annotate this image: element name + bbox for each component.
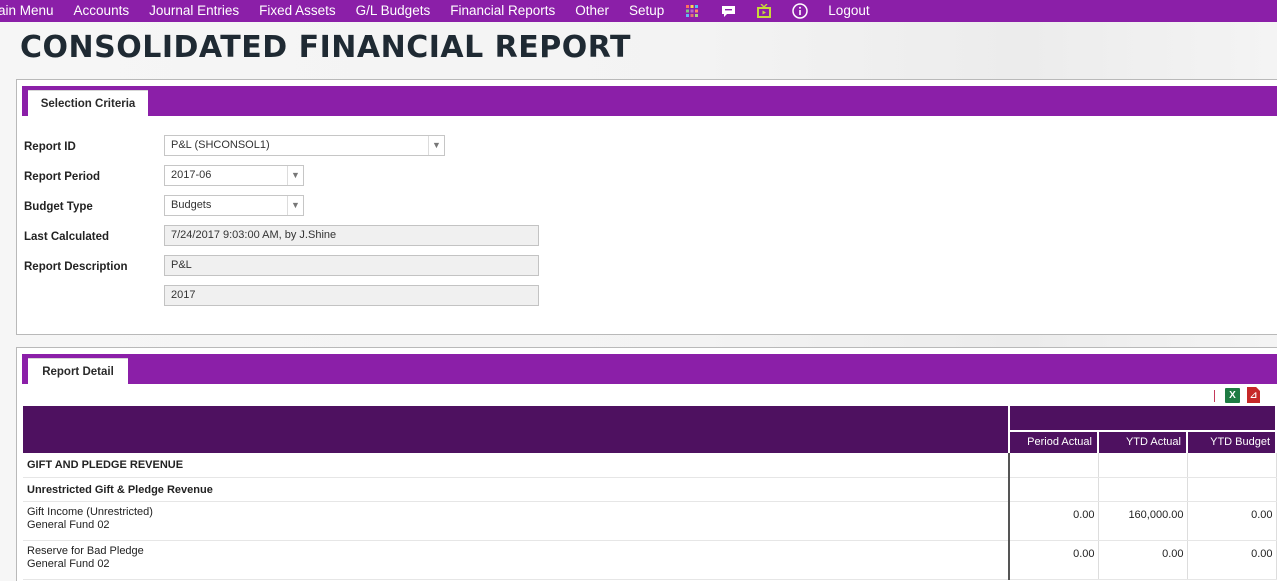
row-description: Unrestricted Gift & Pledge Revenue bbox=[23, 477, 1010, 502]
report-id-select[interactable]: P&L (SHCONSOL1) ▼ bbox=[164, 135, 445, 156]
selection-criteria-panel: Selection Criteria Report ID P&L (SHCONS… bbox=[16, 79, 1277, 335]
nav-logout[interactable]: Logout bbox=[828, 0, 869, 22]
chat-icon[interactable] bbox=[721, 5, 736, 18]
budget-type-select[interactable]: Budgets ▼ bbox=[164, 195, 304, 216]
nav-fixed-assets[interactable]: Fixed Assets bbox=[259, 0, 336, 22]
nav-other[interactable]: Other bbox=[575, 0, 609, 22]
page-title: CONSOLIDATED FINANCIAL REPORT bbox=[20, 30, 631, 65]
pdf-icon[interactable]: ⊿ bbox=[1247, 387, 1260, 403]
chevron-down-icon[interactable]: ▼ bbox=[287, 196, 303, 215]
row-description: Reserve for Bad Pledge General Fund 02 bbox=[23, 540, 1010, 580]
info-icon[interactable] bbox=[792, 3, 809, 19]
nav-accounts[interactable]: Accounts bbox=[74, 0, 130, 22]
table-row[interactable]: Reserve for Bad Pledge General Fund 02 0… bbox=[23, 540, 1277, 580]
row-description: GIFT AND PLEDGE REVENUE bbox=[23, 453, 1010, 478]
report-id-value: P&L (SHCONSOL1) bbox=[171, 139, 270, 151]
nav-journal-entries[interactable]: Journal Entries bbox=[149, 0, 239, 22]
report-detail-panel: Report Detail X ⊿ Period Actual YTD Actu… bbox=[16, 347, 1277, 581]
table-row: GIFT AND PLEDGE REVENUE bbox=[23, 453, 1277, 478]
nav-financial-reports[interactable]: Financial Reports bbox=[450, 0, 555, 22]
criteria-tab-bar: Selection Criteria bbox=[22, 86, 1277, 116]
last-calculated-field: 7/24/2017 9:03:00 AM, by J.Shine bbox=[164, 225, 539, 246]
report-id-label: Report ID bbox=[24, 141, 76, 153]
chevron-down-icon[interactable]: ▼ bbox=[428, 136, 444, 155]
column-header-ytd-budget[interactable]: YTD Budget bbox=[1187, 430, 1277, 453]
excel-icon[interactable]: X bbox=[1225, 388, 1240, 403]
ytd-actual-cell: 0.00 bbox=[1098, 540, 1188, 580]
account-name: Gift Income (Unrestricted) bbox=[27, 505, 153, 518]
chevron-down-icon[interactable]: ▼ bbox=[287, 166, 303, 185]
table-row[interactable]: Gift Income (Unrestricted) General Fund … bbox=[23, 501, 1277, 541]
table-row: Unrestricted Gift & Pledge Revenue bbox=[23, 477, 1277, 502]
budget-type-value: Budgets bbox=[171, 199, 212, 211]
grid-icon[interactable] bbox=[686, 5, 699, 17]
last-calculated-label: Last Calculated bbox=[24, 231, 109, 243]
detail-tab-bar: Report Detail bbox=[22, 354, 1277, 384]
column-header-ytd-actual[interactable]: YTD Actual bbox=[1098, 430, 1188, 453]
fund-name: General Fund 02 bbox=[27, 518, 110, 531]
ytd-budget-cell: 0.00 bbox=[1187, 501, 1277, 541]
empty-cell bbox=[1187, 477, 1277, 502]
empty-cell bbox=[1187, 453, 1277, 478]
empty-cell bbox=[1009, 477, 1099, 502]
report-description-label: Report Description bbox=[24, 261, 128, 273]
empty-cell bbox=[1098, 453, 1188, 478]
description-column-header bbox=[23, 406, 1010, 453]
export-toolbar: X ⊿ bbox=[23, 386, 1275, 406]
report-period-select[interactable]: 2017-06 ▼ bbox=[164, 165, 304, 186]
tab-selection-criteria[interactable]: Selection Criteria bbox=[28, 90, 148, 116]
tv-icon[interactable] bbox=[756, 3, 772, 19]
report-description-line1: P&L bbox=[164, 255, 539, 276]
nav-gl-budgets[interactable]: G/L Budgets bbox=[356, 0, 431, 22]
report-period-label: Report Period bbox=[24, 171, 101, 183]
fund-name: General Fund 02 bbox=[27, 557, 110, 570]
table-header-top bbox=[23, 406, 1277, 453]
empty-cell bbox=[1098, 477, 1188, 502]
nav-setup[interactable]: Setup bbox=[629, 0, 664, 22]
toolbar-divider bbox=[1214, 390, 1215, 402]
report-description-line2: 2017 bbox=[164, 285, 539, 306]
nav-main-menu[interactable]: ain Menu bbox=[0, 0, 54, 22]
ytd-budget-cell: 0.00 bbox=[1187, 540, 1277, 580]
tab-report-detail[interactable]: Report Detail bbox=[28, 358, 128, 384]
period-actual-cell: 0.00 bbox=[1009, 540, 1099, 580]
group-column-header bbox=[1009, 406, 1277, 432]
row-description: Gift Income (Unrestricted) General Fund … bbox=[23, 501, 1010, 541]
report-table: Period Actual YTD Actual YTD Budget GIFT… bbox=[23, 406, 1277, 580]
ytd-actual-cell: 160,000.00 bbox=[1098, 501, 1188, 541]
budget-type-label: Budget Type bbox=[24, 201, 93, 213]
account-name: Reserve for Bad Pledge bbox=[27, 544, 144, 557]
report-period-value: 2017-06 bbox=[171, 169, 212, 181]
period-actual-cell: 0.00 bbox=[1009, 501, 1099, 541]
empty-cell bbox=[1009, 453, 1099, 478]
column-header-period-actual[interactable]: Period Actual bbox=[1009, 430, 1099, 453]
top-nav-bar: ain Menu Accounts Journal Entries Fixed … bbox=[0, 0, 1277, 22]
